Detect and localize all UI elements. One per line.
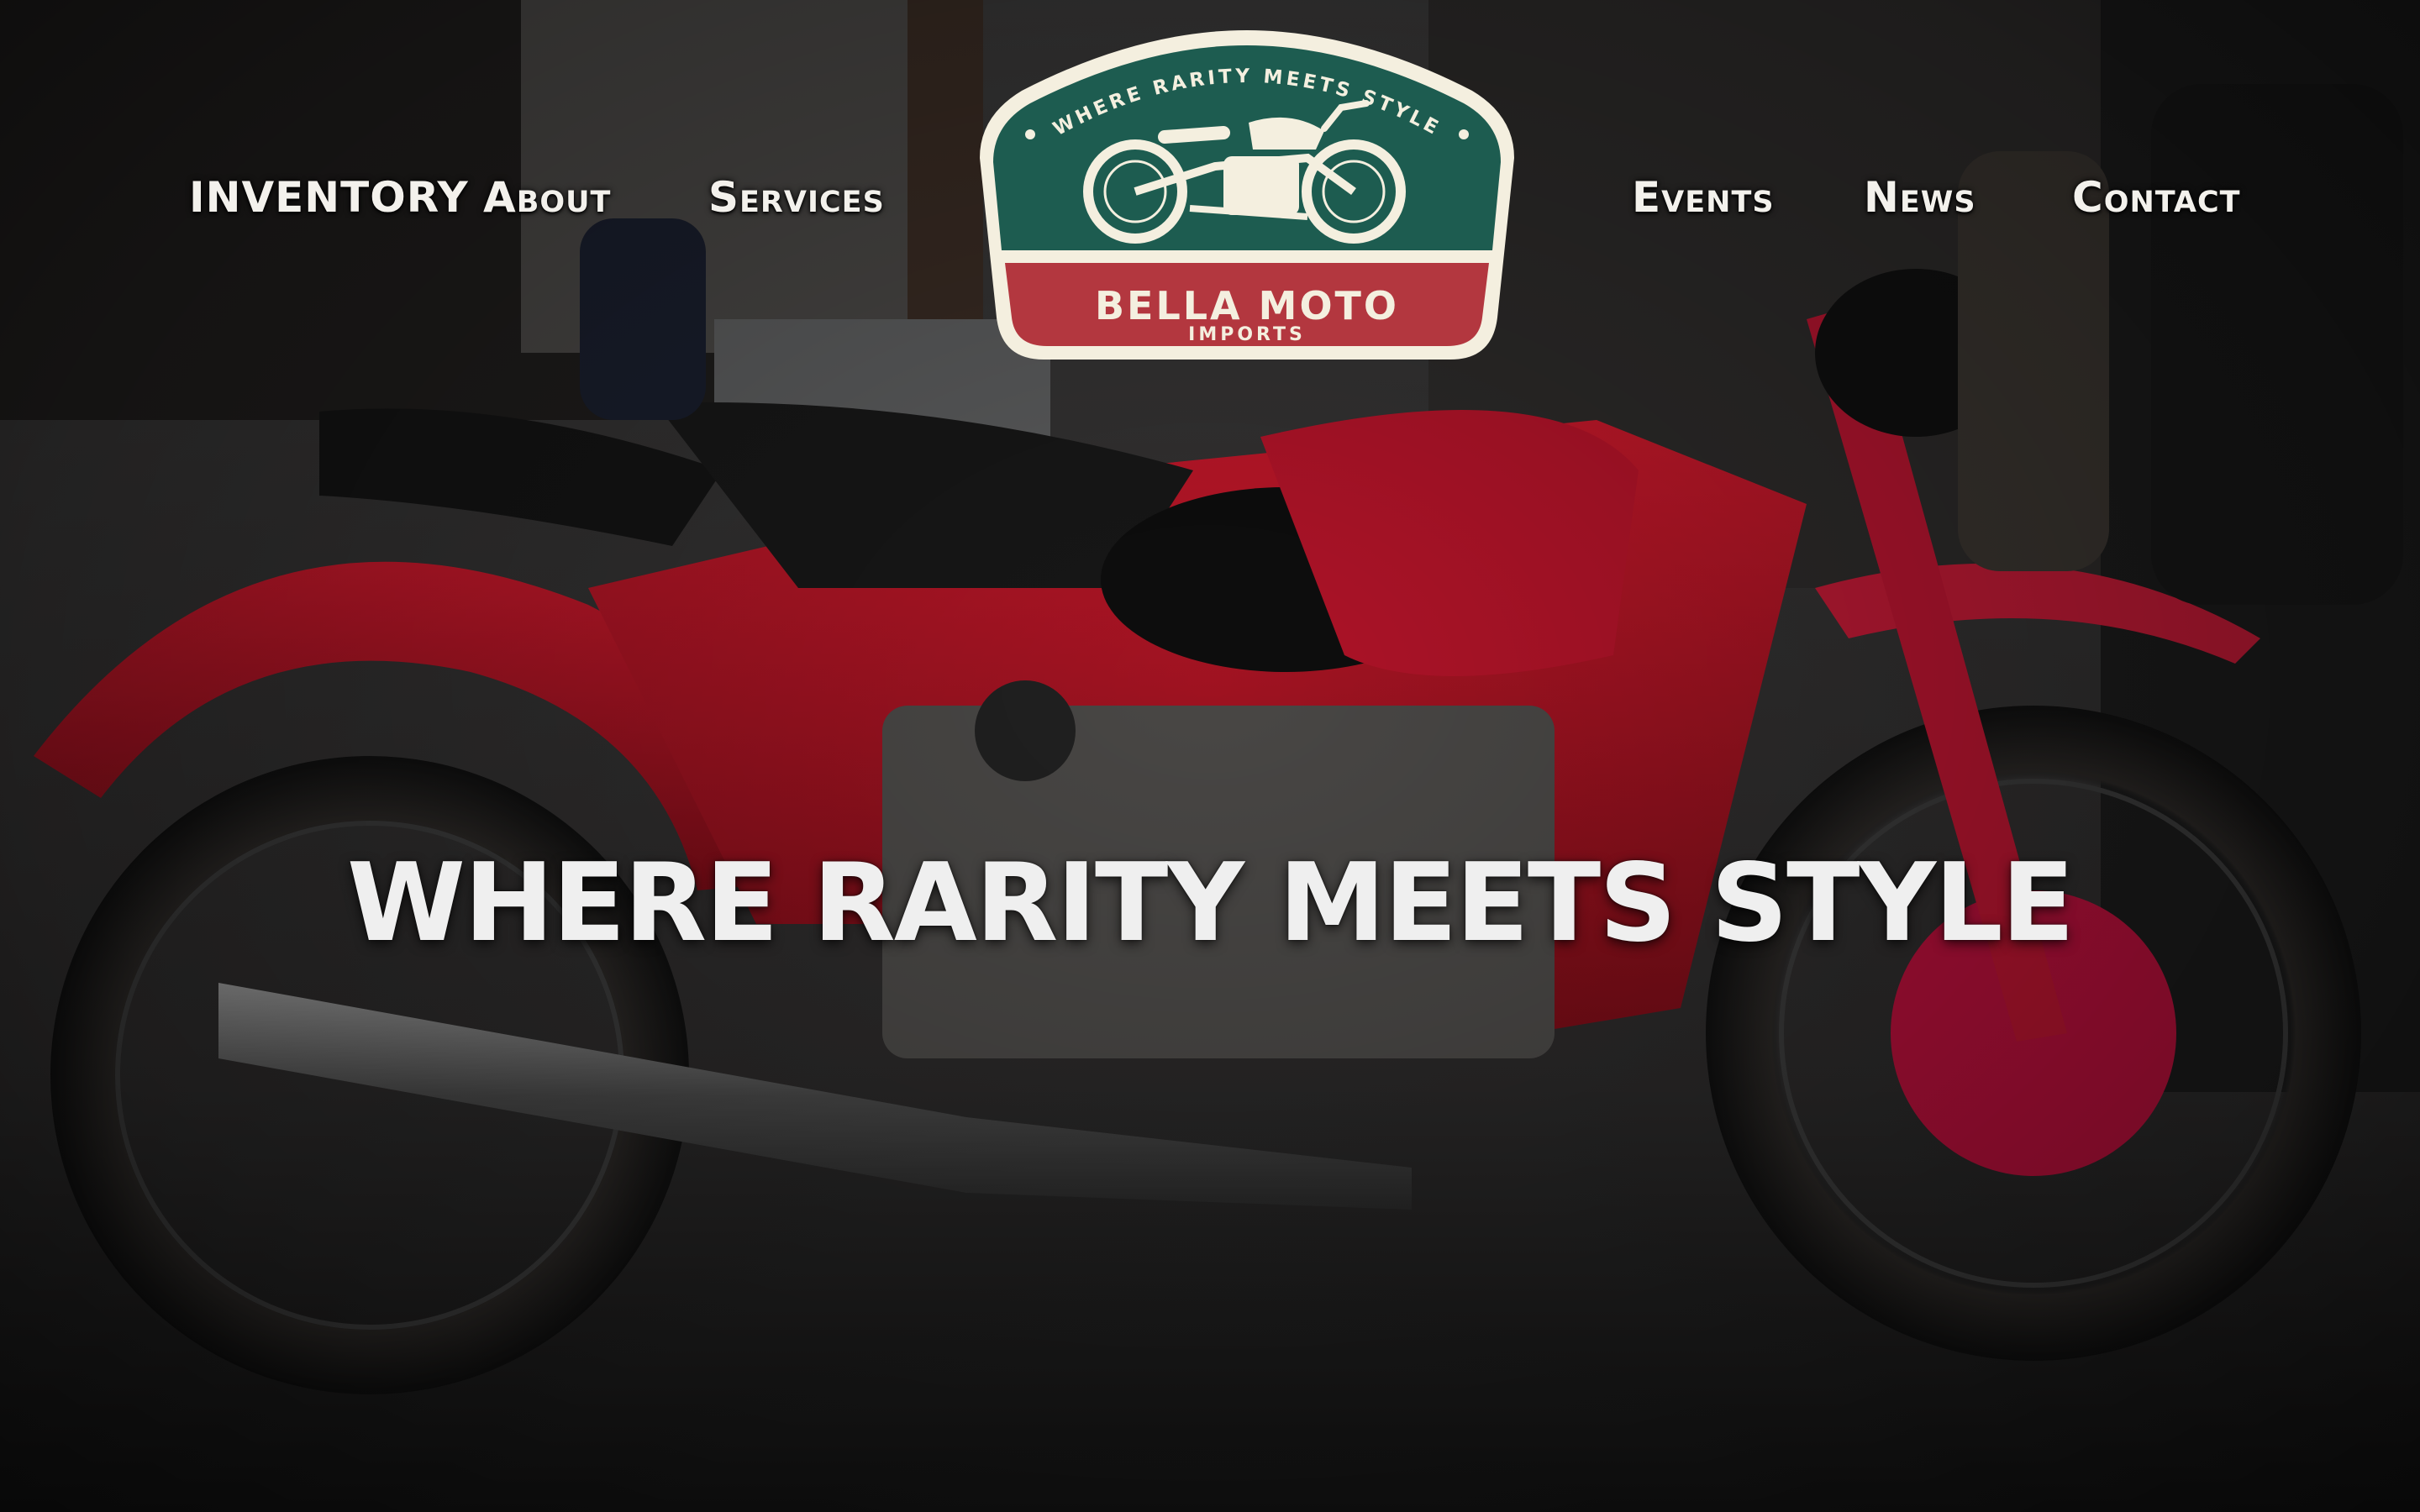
- nav-contact-link[interactable]: Contact: [2072, 168, 2241, 227]
- logo-name: BELLA MOTO: [1095, 283, 1399, 328]
- nav-inventory-link[interactable]: INVENTORY: [189, 168, 469, 227]
- bella-moto-logo[interactable]: WHERE RARITY MEETS STYLE BELLA MOTO IMPO…: [971, 24, 1523, 366]
- logo-badge: WHERE RARITY MEETS STYLE BELLA MOTO IMPO…: [980, 30, 1514, 360]
- nav-news-link[interactable]: News: [1864, 168, 1976, 227]
- nav-about-link[interactable]: About: [483, 168, 611, 227]
- logo-sub: IMPORTS: [1188, 324, 1306, 345]
- nav-services-link[interactable]: Services: [708, 168, 885, 227]
- hero-headline: WHERE RARITY MEETS STYLE: [346, 840, 2075, 966]
- hero-section: INVENTORY About Services Events News Con…: [0, 0, 2420, 1512]
- nav-events-link[interactable]: Events: [1632, 168, 1775, 227]
